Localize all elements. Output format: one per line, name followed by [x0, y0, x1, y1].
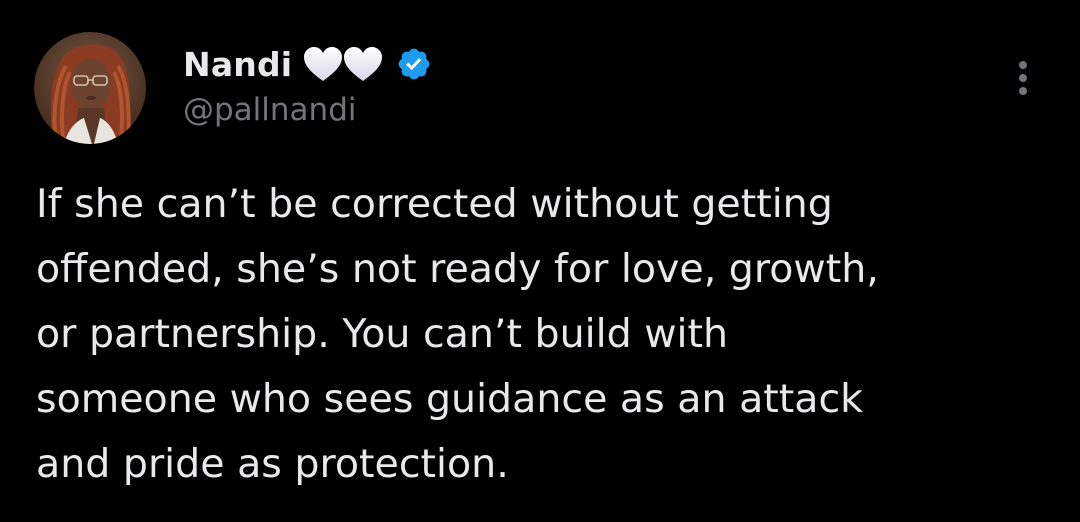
- white-heart-icon: [304, 47, 343, 81]
- user-handle[interactable]: @pallnandi: [183, 92, 432, 128]
- tweet-text-line: offended, she’s not ready for love, grow…: [36, 246, 879, 292]
- white-heart-icon: [344, 47, 383, 81]
- verified-badge-icon[interactable]: [396, 46, 432, 82]
- tweet-text: If she can’t be corrected without gettin…: [36, 172, 1046, 497]
- tweet-header: Nandi @pallnandi: [183, 40, 432, 128]
- tweet-text-line: or partnership. You can’t build with: [36, 311, 729, 357]
- avatar[interactable]: [34, 32, 146, 144]
- tweet-text-line: someone who sees guidance as an attack: [36, 376, 864, 422]
- tweet-text-line: and pride as protection.: [36, 441, 509, 487]
- tweet-card: Nandi @pallnandi If she can’t be correct…: [0, 0, 1080, 522]
- name-emojis: [302, 45, 383, 83]
- name-row: Nandi: [183, 40, 432, 88]
- tweet-text-line: If she can’t be corrected without gettin…: [36, 181, 833, 227]
- display-name[interactable]: Nandi: [183, 45, 292, 84]
- more-vertical-icon[interactable]: [1010, 58, 1036, 98]
- avatar-image: [34, 32, 146, 144]
